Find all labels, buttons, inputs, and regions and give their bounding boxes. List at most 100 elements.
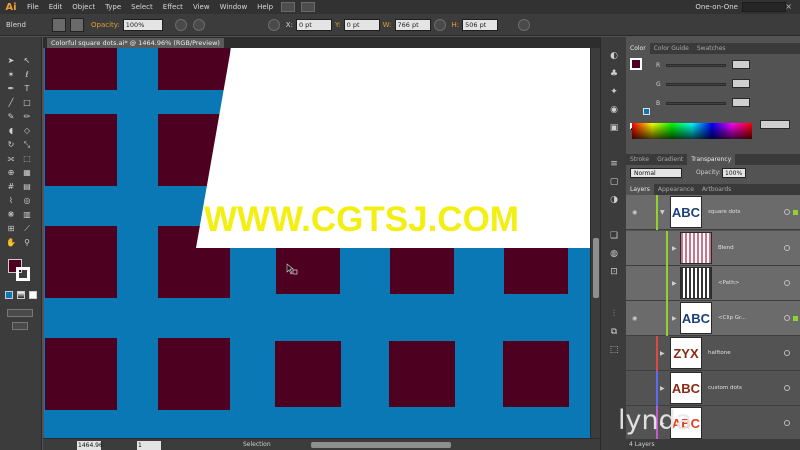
menu-type[interactable]: Type	[100, 3, 126, 11]
eraser-tool-icon[interactable]: ◇	[21, 125, 33, 136]
blend-mode-select[interactable]: Normal	[630, 168, 682, 178]
color-panel-icon[interactable]: ◐	[608, 51, 620, 62]
layer-name[interactable]: square dots	[708, 209, 740, 215]
artboard-navigation-field[interactable]: 1	[137, 441, 161, 450]
artboard-tool-icon[interactable]: ⊞	[5, 223, 17, 234]
tab-artboards[interactable]: Artboards	[698, 184, 735, 195]
fill-stroke-icon[interactable]	[630, 58, 642, 70]
symbols-panel-icon[interactable]: ◉	[608, 105, 620, 116]
tab-transparency[interactable]: Transparency	[687, 154, 736, 165]
bridge-icon[interactable]	[281, 2, 296, 12]
green-slider[interactable]	[666, 83, 726, 86]
layer-name[interactable]: Blend	[718, 245, 734, 251]
layer-row[interactable]: ▶ <Path>	[626, 266, 800, 301]
menu-file[interactable]: File	[22, 3, 44, 11]
tab-color-guide[interactable]: Color Guide	[650, 43, 693, 54]
x-field[interactable]: 0 pt	[295, 18, 332, 31]
none-mode-icon[interactable]	[29, 291, 37, 299]
pen-tool-icon[interactable]: ✒	[5, 83, 17, 94]
transform-icon[interactable]	[518, 18, 531, 31]
free-transform-tool-icon[interactable]: ⬚	[21, 153, 33, 164]
blend-options-icon[interactable]	[192, 18, 205, 31]
layer-target-icon[interactable]	[784, 385, 790, 391]
layer-selection-indicator[interactable]	[793, 210, 798, 215]
layer-target-icon[interactable]	[784, 245, 790, 251]
magic-wand-tool-icon[interactable]: ✶	[5, 69, 17, 80]
gradient-tool-icon[interactable]: ▤	[21, 181, 33, 192]
paintbrush-tool-icon[interactable]: ✎	[5, 111, 17, 122]
layer-target-icon[interactable]	[784, 315, 790, 321]
constrain-proportions-icon[interactable]	[433, 18, 446, 31]
menu-window[interactable]: Window	[215, 3, 253, 11]
hand-tool-icon[interactable]: ✋	[5, 237, 17, 248]
stroke-panel-icon[interactable]: ≡	[608, 159, 620, 170]
menu-help[interactable]: Help	[252, 3, 278, 11]
recolor-artwork-icon[interactable]	[174, 18, 187, 31]
direct-selection-tool-icon[interactable]: ↖	[21, 55, 33, 66]
selection-tool-icon[interactable]: ➤	[5, 55, 17, 66]
graphic-styles-panel-icon[interactable]: ▣	[608, 123, 620, 134]
artboards-panel-icon[interactable]: ⊡	[608, 267, 620, 278]
scale-tool-icon[interactable]: ⤡	[21, 139, 33, 150]
horizontal-scroll-thumb[interactable]	[311, 442, 451, 448]
layer-target-icon[interactable]	[784, 420, 790, 426]
gradient-mode-icon[interactable]	[17, 291, 25, 299]
y-field[interactable]: 0 pt	[343, 18, 380, 31]
opacity-label[interactable]: Opacity:	[91, 21, 120, 29]
arrange-documents-icon[interactable]	[301, 2, 316, 12]
expand-arrow-icon[interactable]: ▶	[672, 245, 677, 252]
brushes-panel-icon[interactable]: ✦	[608, 87, 620, 98]
visibility-eye-icon[interactable]: ◉	[632, 209, 640, 216]
current-tool-status[interactable]: Selection	[243, 441, 271, 448]
fill-swatch[interactable]	[52, 17, 66, 32]
gradient-panel-icon[interactable]: ▢	[608, 177, 620, 188]
menu-effect[interactable]: Effect	[158, 3, 188, 11]
menu-object[interactable]: Object	[67, 3, 100, 11]
blob-brush-tool-icon[interactable]: ◖	[5, 125, 17, 136]
hex-swatch-icon[interactable]	[643, 108, 650, 115]
pencil-tool-icon[interactable]: ✏	[21, 111, 33, 122]
layer-row[interactable]: ▶ ABC custom dots	[626, 371, 800, 406]
appearance-panel-icon[interactable]: ◍	[608, 249, 620, 260]
column-graph-tool-icon[interactable]: ▥	[21, 209, 33, 220]
green-value-field[interactable]	[732, 79, 750, 88]
layers-panel-icon[interactable]: ❏	[608, 231, 620, 242]
close-window-icon[interactable]: ×	[785, 2, 792, 11]
blue-slider[interactable]	[666, 102, 726, 105]
screen-mode-icon[interactable]	[12, 322, 28, 330]
layer-name[interactable]: <Path>	[718, 280, 739, 286]
slice-tool-icon[interactable]: ⟋	[21, 223, 33, 234]
tab-stroke[interactable]: Stroke	[626, 154, 653, 165]
type-tool-icon[interactable]: T	[21, 83, 33, 94]
mesh-tool-icon[interactable]: #	[5, 181, 17, 192]
zoom-tool-icon[interactable]: ⚲	[21, 237, 33, 248]
perspective-grid-tool-icon[interactable]: ▦	[21, 167, 33, 178]
expand-arrow-icon[interactable]: ▶	[660, 385, 665, 392]
color-mode-icon[interactable]	[5, 291, 13, 299]
blend-tool-icon[interactable]: ◎	[21, 195, 33, 206]
layer-target-icon[interactable]	[784, 280, 790, 286]
layer-name[interactable]: <Clip Gr...	[718, 315, 746, 321]
search-help-input[interactable]	[742, 2, 786, 12]
lasso-tool-icon[interactable]: ℓ	[21, 69, 33, 80]
eyedropper-tool-icon[interactable]: ⌇	[5, 195, 17, 206]
artboard-canvas[interactable]: WWW.CGTSJ.COM	[44, 48, 590, 438]
layer-row[interactable]: ◉ ▶ ABC <Clip Gr...	[626, 301, 800, 336]
expand-arrow-icon[interactable]: ▶	[672, 280, 677, 287]
drawing-mode-icon[interactable]	[7, 309, 33, 317]
swatches-panel-icon[interactable]: ♣	[608, 69, 620, 80]
blue-value-field[interactable]	[732, 98, 750, 107]
opacity-field[interactable]: 100%	[122, 18, 163, 31]
expand-arrow-icon[interactable]: ▼	[660, 209, 665, 216]
transparency-panel-icon[interactable]: ◑	[608, 195, 620, 206]
layer-selection-indicator[interactable]	[793, 316, 798, 321]
tab-layers[interactable]: Layers	[626, 184, 654, 195]
rotate-tool-icon[interactable]: ↻	[5, 139, 17, 150]
layer-name[interactable]: halftone	[708, 350, 731, 356]
zoom-field[interactable]: 1464.96	[77, 441, 103, 450]
layer-target-icon[interactable]	[784, 209, 790, 215]
layer-row[interactable]: ◉ ▼ ABC square dots	[626, 195, 800, 230]
workspace-switcher[interactable]: One-on-One	[695, 3, 738, 11]
red-slider[interactable]	[666, 64, 726, 67]
stroke-color-icon[interactable]	[16, 267, 30, 281]
